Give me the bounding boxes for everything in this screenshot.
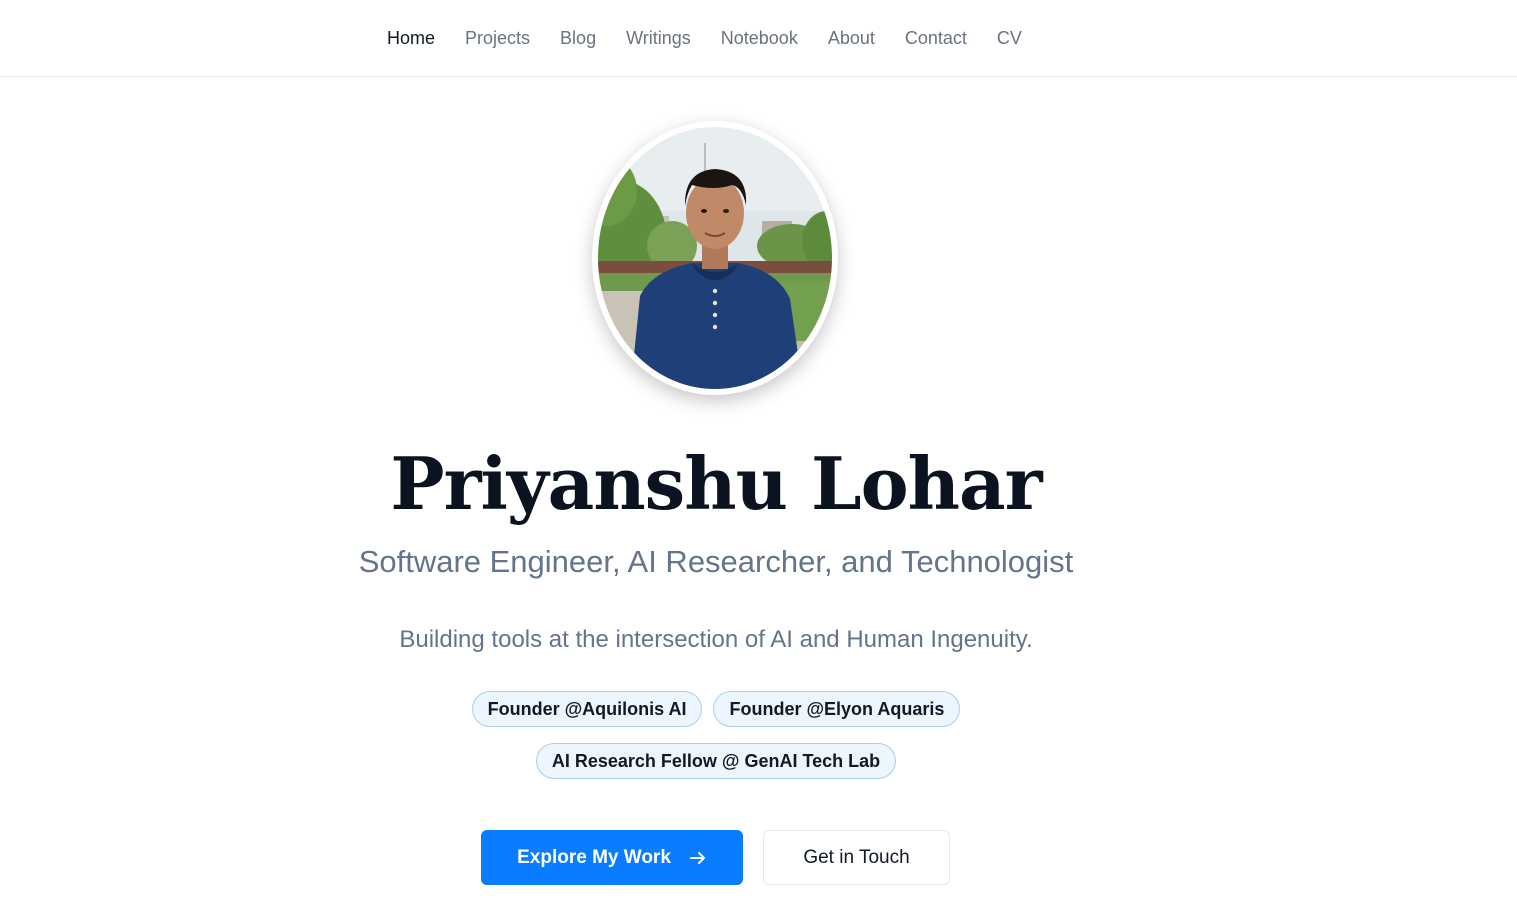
profile-photo xyxy=(594,123,836,393)
role-badge-elyon: Founder @Elyon Aquaris xyxy=(713,691,961,727)
hero-section: Priyanshu Lohar Software Engineer, AI Re… xyxy=(0,77,1517,902)
nav-links: Home Projects Blog Writings Notebook Abo… xyxy=(387,0,1022,76)
page-title: Priyanshu Lohar xyxy=(390,441,1042,526)
role-badge-genai: AI Research Fellow @ GenAI Tech Lab xyxy=(535,743,897,779)
nav-item-about[interactable]: About xyxy=(828,28,875,49)
nav-item-home[interactable]: Home xyxy=(387,28,435,49)
get-in-touch-button[interactable]: Get in Touch xyxy=(763,830,950,885)
nav-item-blog[interactable]: Blog xyxy=(560,28,596,49)
cta-buttons: Explore My Work Get in Touch xyxy=(481,830,950,885)
avatar xyxy=(592,121,838,395)
role-badge-aquilonis: Founder @Aquilonis AI xyxy=(471,691,703,727)
nav-item-notebook[interactable]: Notebook xyxy=(721,28,798,49)
nav-item-projects[interactable]: Projects xyxy=(465,28,530,49)
get-in-touch-label: Get in Touch xyxy=(803,846,910,868)
arrow-right-icon xyxy=(689,851,705,864)
explore-work-label: Explore My Work xyxy=(517,846,671,868)
hero-tagline: Building tools at the intersection of AI… xyxy=(399,626,1033,653)
badge-row: AI Research Fellow @ GenAI Tech Lab xyxy=(0,743,1432,779)
badge-row: Founder @Aquilonis AI Founder @Elyon Aqu… xyxy=(0,691,1432,727)
nav-item-writings[interactable]: Writings xyxy=(626,28,691,49)
nav-item-cv[interactable]: CV xyxy=(997,28,1022,49)
top-navigation: Home Projects Blog Writings Notebook Abo… xyxy=(0,0,1517,77)
explore-work-button[interactable]: Explore My Work xyxy=(481,830,743,885)
nav-item-contact[interactable]: Contact xyxy=(905,28,967,49)
hero-subtitle: Software Engineer, AI Researcher, and Te… xyxy=(358,544,1074,579)
